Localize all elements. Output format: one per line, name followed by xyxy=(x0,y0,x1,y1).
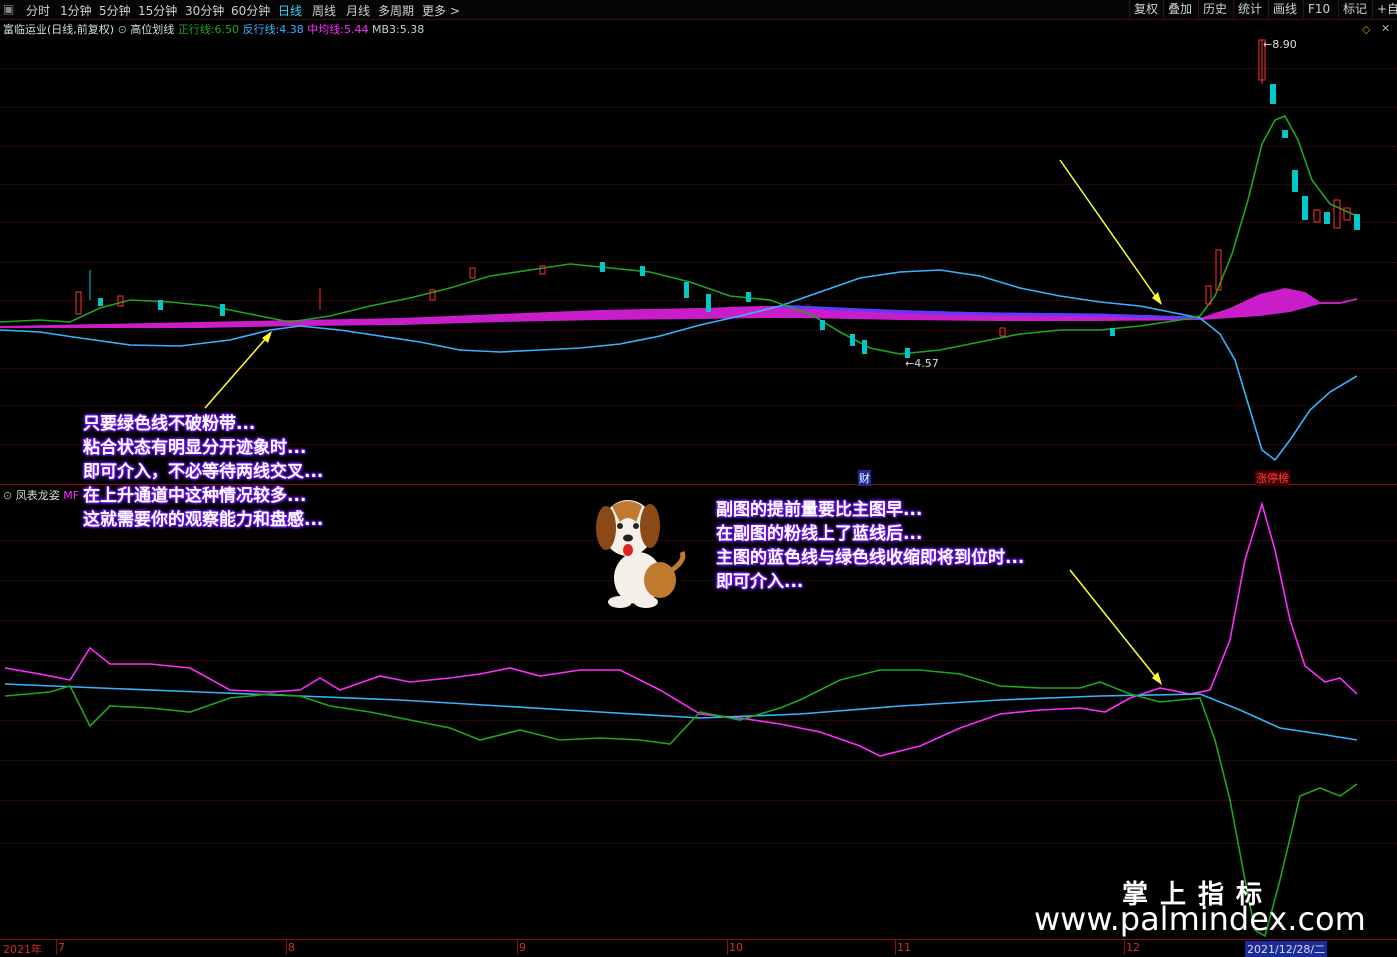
zhangting-marker[interactable]: 涨停榜 xyxy=(1255,470,1290,486)
cai-marker[interactable]: 财 xyxy=(858,470,871,486)
note-line: 即可介入... xyxy=(716,572,804,592)
dog-illustration xyxy=(596,500,686,608)
axis-tick xyxy=(727,940,728,955)
high-price-label: ←8.90 xyxy=(1263,38,1297,51)
time-axis: 2021年 7 8 9 10 11 12 2021/12/28/二 xyxy=(0,939,1397,957)
axis-tick xyxy=(286,940,287,955)
axis-month: 12 xyxy=(1126,941,1140,954)
right-annotation: 副图的提前量要比主图早... 在副图的粉线上了蓝线后... 主图的蓝色线与绿色线… xyxy=(716,498,1024,594)
note-line: 在上升通道中这种情况较多... xyxy=(83,486,307,506)
axis-month: 11 xyxy=(897,941,911,954)
note-line: 只要绿色线不破粉带... xyxy=(83,414,256,434)
axis-tick xyxy=(56,940,57,955)
note-line: 粘合状态有明显分开迹象时... xyxy=(83,438,307,458)
watermark-url: www.palmindex.com xyxy=(1034,900,1366,938)
axis-tick xyxy=(517,940,518,955)
axis-month: 10 xyxy=(729,941,743,954)
note-line: 这就需要你的观察能力和盘感... xyxy=(83,510,324,530)
axis-month: 8 xyxy=(288,941,295,954)
low-price-label: ←4.57 xyxy=(905,357,939,370)
axis-tick xyxy=(1124,940,1125,955)
arrow-line xyxy=(1059,159,1159,301)
note-line: 副图的提前量要比主图早... xyxy=(716,500,923,520)
note-line: 即可介入，不必等待两线交叉... xyxy=(83,462,324,482)
note-line: 主图的蓝色线与绿色线收缩即将到位时... xyxy=(716,548,1025,568)
axis-month: 9 xyxy=(519,941,526,954)
arrow-line xyxy=(204,335,269,409)
left-annotation: 只要绿色线不破粉带... 粘合状态有明显分开迹象时... 即可介入，不必等待两线… xyxy=(83,412,323,532)
arrow-line xyxy=(1069,569,1159,681)
note-line: 在副图的粉线上了蓝线后... xyxy=(716,524,923,544)
axis-tick xyxy=(895,940,896,955)
axis-month: 7 xyxy=(58,941,65,954)
